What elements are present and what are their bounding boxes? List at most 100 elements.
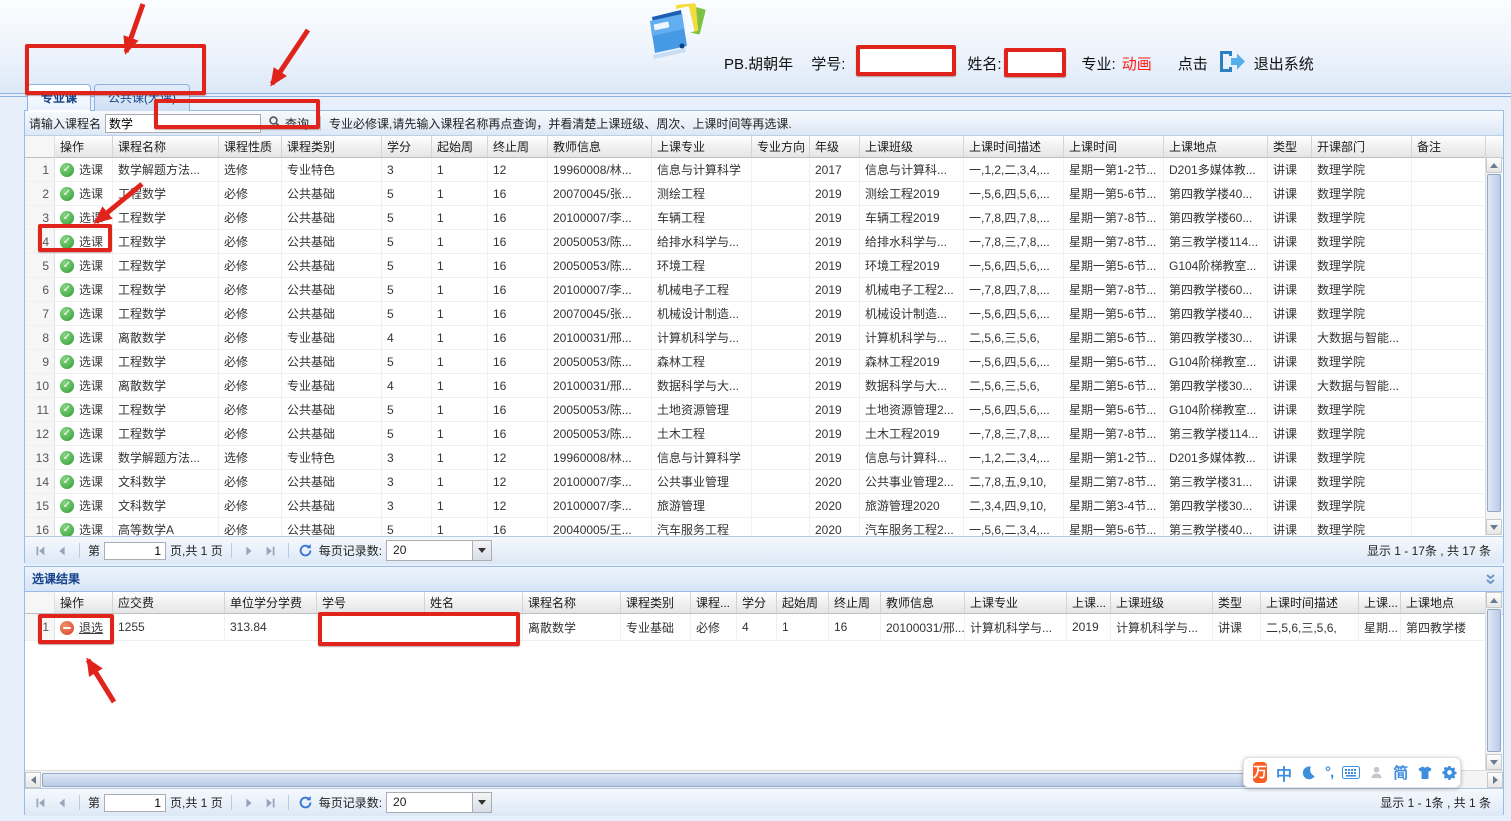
table-row[interactable]: 11选课工程数学必修公共基础511620050053/陈...土地资源管理201… — [25, 398, 1486, 422]
table-row[interactable]: 4选课工程数学必修公共基础511620050053/陈...给排水科学与...2… — [25, 230, 1486, 254]
scroll-down-button[interactable] — [1486, 754, 1502, 770]
column-header[interactable]: 上课... — [1359, 592, 1401, 614]
ime-keyboard-icon[interactable] — [1342, 766, 1360, 779]
logout-icon[interactable] — [1216, 48, 1246, 79]
table-row[interactable]: 13选课数学解题方法...选修专业特色311219960008/林...信息与计… — [25, 446, 1486, 470]
select-course-link[interactable]: 选课 — [60, 259, 103, 273]
table-row[interactable]: 10选课离散数学必修专业基础411620100031/邢...数据科学与大...… — [25, 374, 1486, 398]
refresh-icon[interactable] — [297, 542, 315, 560]
select-course-link[interactable]: 选课 — [60, 523, 103, 536]
scroll-left-button[interactable] — [25, 772, 41, 788]
column-header[interactable]: 单位学分学费 — [225, 592, 317, 614]
scrollbar-thumb[interactable] — [1487, 609, 1501, 752]
scrollbar-thumb[interactable] — [42, 773, 1422, 787]
next-page-button[interactable] — [240, 794, 258, 812]
table-row[interactable]: 9选课工程数学必修公共基础511620050053/陈...森林工程2019森林… — [25, 350, 1486, 374]
table-row[interactable]: 7选课工程数学必修公共基础511620070045/张...机械设计制造...2… — [25, 302, 1486, 326]
select-course-link[interactable]: 选课 — [60, 499, 103, 513]
scroll-up-button[interactable] — [1486, 592, 1502, 608]
column-header[interactable]: 备注 — [1412, 136, 1486, 158]
column-header[interactable]: 上课班级 — [1111, 592, 1213, 614]
ime-logo-icon[interactable]: 万 — [1253, 762, 1267, 783]
column-header[interactable]: 类型 — [1213, 592, 1261, 614]
column-header[interactable]: 起始周 — [432, 136, 488, 158]
column-header[interactable]: 上课专业 — [652, 136, 752, 158]
select-course-link[interactable]: 选课 — [60, 211, 103, 225]
column-header[interactable]: 姓名 — [425, 592, 523, 614]
column-header[interactable]: 上课... — [1067, 592, 1111, 614]
table-row[interactable]: 15选课文科数学必修公共基础311220100007/李...旅游管理2020旅… — [25, 494, 1486, 518]
select-course-link[interactable]: 选课 — [60, 451, 103, 465]
table-row[interactable]: 3选课工程数学必修公共基础511620100007/李...车辆工程2019车辆… — [25, 206, 1486, 230]
ime-account-icon[interactable] — [1369, 765, 1384, 780]
column-header[interactable]: 上课班级 — [860, 136, 964, 158]
select-course-link[interactable]: 选课 — [60, 331, 103, 345]
table-row[interactable]: 8选课离散数学必修专业基础411620100031/邢...计算机科学与...2… — [25, 326, 1486, 350]
table-row[interactable]: 1选课数学解题方法...选修专业特色311219960008/林...信息与计算… — [25, 158, 1486, 182]
select-course-link[interactable]: 选课 — [60, 163, 103, 177]
first-page-button[interactable] — [31, 542, 49, 560]
column-header[interactable]: 上课地点 — [1164, 136, 1268, 158]
column-header[interactable]: 课程... — [691, 592, 737, 614]
page-number-input[interactable] — [104, 542, 166, 560]
scrollbar-thumb[interactable] — [1487, 174, 1501, 512]
next-page-button[interactable] — [240, 542, 258, 560]
column-header[interactable]: 类型 — [1268, 136, 1312, 158]
refresh-icon[interactable] — [297, 794, 315, 812]
table-row[interactable]: 1退选1255313.84离散数学专业基础必修411620100031/邢...… — [25, 614, 1503, 641]
select-course-link[interactable]: 选课 — [60, 307, 103, 321]
ime-skin-icon[interactable] — [1417, 766, 1433, 780]
ime-chinese-mode-icon[interactable]: 中 — [1276, 761, 1292, 785]
select-course-link[interactable]: 选课 — [60, 427, 103, 441]
prev-page-button[interactable] — [53, 794, 71, 812]
column-header[interactable]: 年级 — [810, 136, 860, 158]
select-course-link[interactable]: 选课 — [60, 379, 103, 393]
ime-settings-gear-icon[interactable] — [1442, 765, 1457, 780]
ime-punctuation-icon[interactable]: °, — [1325, 764, 1333, 781]
column-header[interactable]: 教师信息 — [548, 136, 652, 158]
column-header[interactable]: 学号 — [317, 592, 425, 614]
table-row[interactable]: 12选课工程数学必修公共基础511620050053/陈...土木工程2019土… — [25, 422, 1486, 446]
scroll-down-button[interactable] — [1486, 519, 1502, 535]
column-header[interactable]: 上课时间描述 — [964, 136, 1064, 158]
table-row[interactable]: 16选课高等数学A必修公共基础511620040005/王...汽车服务工程20… — [25, 518, 1486, 536]
first-page-button[interactable] — [31, 794, 49, 812]
column-header[interactable]: 终止周 — [829, 592, 881, 614]
column-header[interactable]: 终止周 — [488, 136, 548, 158]
column-header[interactable]: 操作 — [55, 136, 113, 158]
table-row[interactable]: 2选课工程数学必修公共基础511620070045/张...测绘工程2019测绘… — [25, 182, 1486, 206]
last-page-button[interactable] — [262, 542, 280, 560]
page-number-input[interactable] — [104, 794, 166, 812]
column-header[interactable]: 开课部门 — [1312, 136, 1412, 158]
column-header[interactable]: 上课时间描述 — [1261, 592, 1359, 614]
last-page-button[interactable] — [262, 794, 280, 812]
column-header[interactable]: 课程类别 — [282, 136, 382, 158]
column-header[interactable]: 起始周 — [777, 592, 829, 614]
select-course-link[interactable]: 选课 — [60, 403, 103, 417]
per-page-select[interactable]: 20 — [386, 792, 492, 813]
logout-label[interactable]: 退出系统 — [1254, 53, 1314, 74]
column-header[interactable]: 专业方向 — [752, 136, 810, 158]
column-header[interactable]: 学分 — [737, 592, 777, 614]
select-course-link[interactable]: 选课 — [60, 283, 103, 297]
vertical-scrollbar[interactable] — [1485, 157, 1502, 535]
column-header[interactable]: 操作 — [55, 592, 113, 614]
scroll-up-button[interactable] — [1486, 157, 1502, 173]
column-header[interactable]: 课程名称 — [523, 592, 621, 614]
select-course-link[interactable]: 选课 — [60, 187, 103, 201]
vertical-scrollbar[interactable] — [1485, 592, 1502, 770]
column-header[interactable]: 上课专业 — [965, 592, 1067, 614]
scroll-right-button[interactable] — [1487, 772, 1503, 788]
select-course-link[interactable]: 选课 — [60, 475, 103, 489]
column-header[interactable]: 上课时间 — [1064, 136, 1164, 158]
column-header[interactable]: 课程性质 — [219, 136, 282, 158]
column-header[interactable]: 课程类别 — [621, 592, 691, 614]
ime-moon-icon[interactable] — [1301, 765, 1316, 780]
table-row[interactable]: 6选课工程数学必修公共基础511620100007/李...机械电子工程2019… — [25, 278, 1486, 302]
column-header[interactable]: 课程名称 — [113, 136, 219, 158]
ime-simplified-icon[interactable]: 简 — [1393, 762, 1408, 783]
per-page-select[interactable]: 20 — [386, 540, 492, 561]
prev-page-button[interactable] — [53, 542, 71, 560]
column-header[interactable]: 学分 — [382, 136, 432, 158]
select-course-link[interactable]: 选课 — [60, 355, 103, 369]
